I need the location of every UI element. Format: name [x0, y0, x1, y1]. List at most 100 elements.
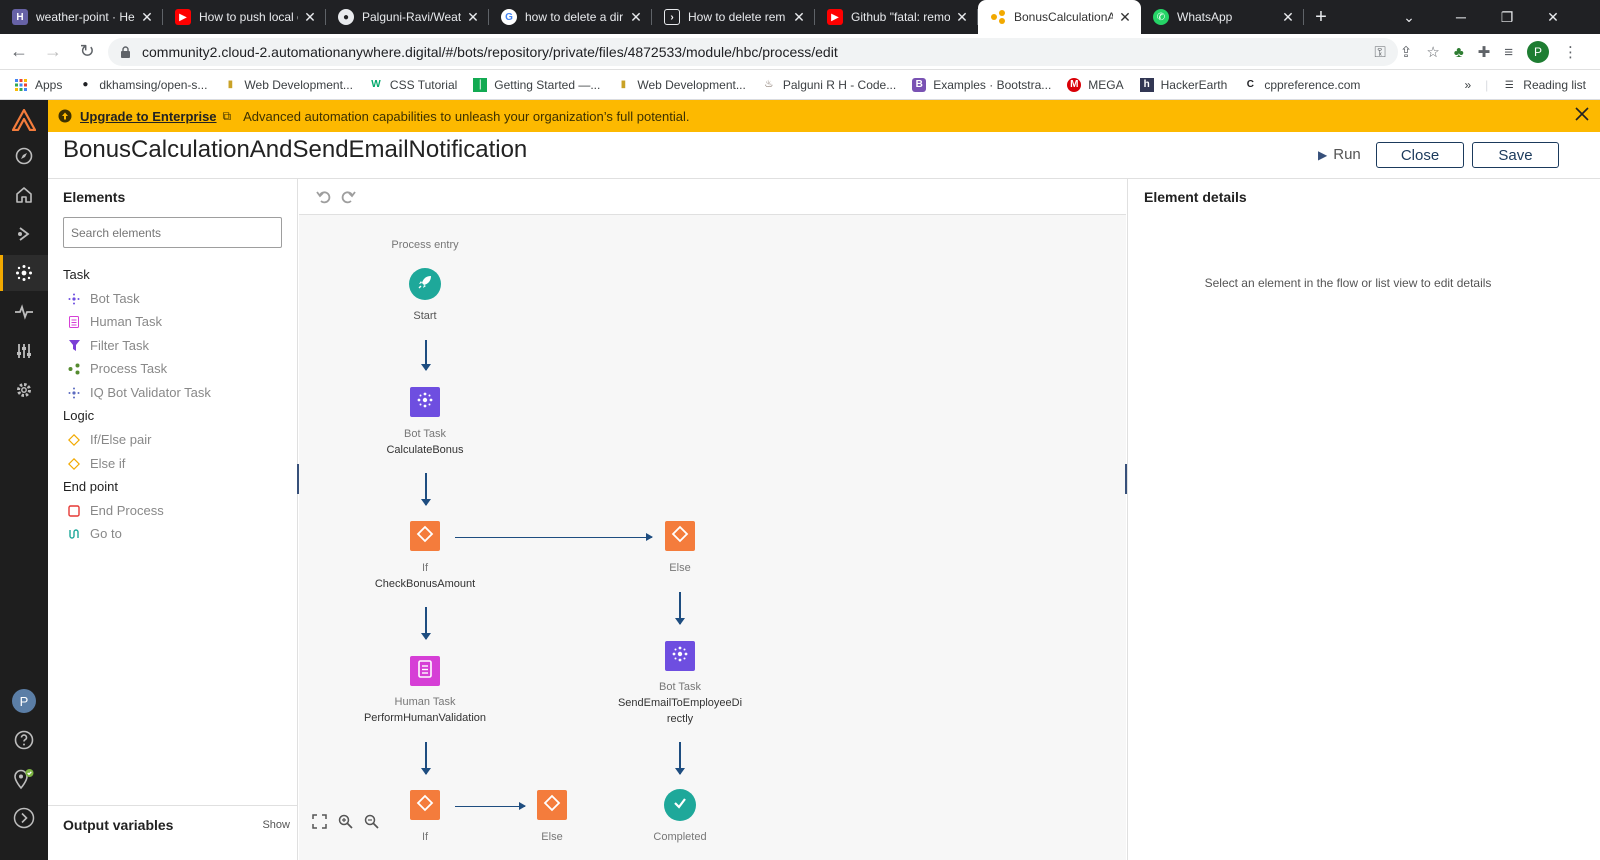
bookmark-item[interactable]: B Examples · Bootstra... — [912, 77, 1052, 92]
bot-task-node[interactable] — [665, 641, 695, 671]
element-filter-task[interactable]: Filter Task — [68, 338, 149, 353]
browser-tab[interactable]: H weather-point · Her ✕ — [0, 0, 163, 34]
minimize-window-icon[interactable]: ─ — [1438, 0, 1484, 34]
more-bookmarks-icon[interactable]: » — [1464, 78, 1471, 92]
tab-title: How to push local c — [199, 10, 298, 24]
close-tab-icon[interactable]: ✕ — [465, 9, 481, 26]
show-output-variables-link[interactable]: Show — [262, 819, 290, 831]
close-tab-icon[interactable]: ✕ — [302, 9, 318, 26]
browser-tab-active[interactable]: BonusCalculationA ✕ — [978, 0, 1141, 34]
bookmark-item[interactable]: M MEGA — [1067, 77, 1124, 92]
star-icon[interactable]: ☆ — [1426, 43, 1439, 61]
bookmark-item[interactable]: Apps — [14, 78, 62, 92]
bookmark-item[interactable]: W CSS Tutorial — [369, 78, 457, 92]
element-bot-task[interactable]: Bot Task — [68, 291, 140, 306]
reload-icon[interactable]: ↻ — [72, 37, 102, 67]
expand-chevron-icon[interactable] — [0, 800, 48, 836]
bot-task-node[interactable] — [410, 387, 440, 417]
search-elements-input[interactable] — [63, 217, 282, 248]
close-banner-icon[interactable] — [1574, 106, 1590, 125]
extensions-puzzle-icon[interactable]: ✚ — [1478, 43, 1491, 61]
media-playlist-icon[interactable]: ≡ — [1504, 44, 1513, 61]
bookmark-item[interactable]: Ccppreference.com — [1243, 78, 1361, 92]
bookmark-item[interactable]: h HackerEarth — [1139, 77, 1227, 92]
automation-nodes-icon[interactable] — [0, 255, 48, 291]
element-end-process[interactable]: End Process — [68, 503, 164, 518]
address-bar-row: ← → ↻ community2.cloud-2.automationanywh… — [0, 34, 1600, 70]
url-bar[interactable]: community2.cloud-2.automationanywhere.di… — [108, 38, 1398, 66]
explore-compass-icon[interactable] — [0, 138, 48, 174]
zoom-out-icon[interactable] — [364, 814, 379, 834]
save-button[interactable]: Save — [1472, 142, 1559, 168]
redo-icon[interactable] — [340, 189, 356, 210]
activity-pulse-icon[interactable] — [0, 294, 48, 330]
close-tab-icon[interactable]: ✕ — [628, 9, 644, 26]
help-icon[interactable] — [0, 722, 48, 758]
browser-tab[interactable]: ● Palguni-Ravi/Weath ✕ — [326, 0, 489, 34]
external-link-icon[interactable]: ⧉ — [223, 109, 232, 124]
element-go-to[interactable]: Go to — [68, 526, 122, 541]
upgrade-link[interactable]: Upgrade to Enterprise — [80, 109, 217, 124]
bookmark-item[interactable]: ❘ Getting Started —... — [473, 77, 600, 92]
element-else-if[interactable]: Else if — [68, 456, 125, 471]
home-icon[interactable] — [0, 177, 48, 213]
browser-tab[interactable]: G how to delete a dir ✕ — [489, 0, 652, 34]
node-name-continued: rectly — [666, 713, 694, 725]
close-window-icon[interactable]: ✕ — [1530, 0, 1576, 34]
browser-tab[interactable]: ▶ Github "fatal: remo ✕ — [815, 0, 978, 34]
extension-tree-icon[interactable]: ♣ — [1454, 44, 1464, 61]
element-if-else-pair[interactable]: If/Else pair — [68, 432, 151, 447]
reading-list-button[interactable]: ☰ Reading list — [1502, 78, 1586, 92]
element-human-task[interactable]: Human Task — [68, 314, 162, 329]
zoom-in-icon[interactable] — [338, 814, 353, 834]
else-node[interactable] — [665, 521, 695, 551]
back-arrow-icon[interactable]: ← — [4, 37, 34, 67]
browser-tab[interactable]: › How to delete rem ✕ — [652, 0, 815, 34]
user-avatar[interactable]: P — [0, 683, 48, 719]
close-tab-icon[interactable]: ✕ — [954, 9, 970, 26]
fit-to-screen-icon[interactable] — [312, 814, 327, 834]
bookmark-item[interactable]: ▮ Web Development... — [616, 78, 746, 92]
close-tab-icon[interactable]: ✕ — [791, 9, 807, 26]
bot-runner-icon[interactable] — [0, 216, 48, 252]
forward-arrow-icon[interactable]: → — [38, 37, 68, 67]
browser-tab[interactable]: ✆ WhatsApp ✕ — [1141, 0, 1304, 34]
bookmark-item[interactable]: ♨ Palguni R H - Code... — [762, 78, 896, 92]
bookmark-label: Examples · Bootstra... — [933, 77, 1052, 92]
undo-icon[interactable] — [316, 189, 332, 210]
if-node[interactable] — [410, 790, 440, 820]
automation-anywhere-logo-icon[interactable] — [0, 102, 48, 138]
close-button[interactable]: Close — [1376, 142, 1464, 168]
manage-sliders-icon[interactable] — [0, 333, 48, 369]
close-tab-icon[interactable]: ✕ — [139, 9, 155, 26]
tab-search-icon[interactable]: ⌄ — [1386, 0, 1432, 34]
completed-node[interactable] — [664, 789, 696, 821]
iq-bot-icon — [68, 387, 80, 399]
else-node[interactable] — [537, 790, 567, 820]
check-icon — [672, 795, 688, 816]
bookmark-label: MEGA — [1088, 77, 1124, 92]
bookmark-item[interactable]: ● dkhamsing/open-s... — [78, 78, 207, 92]
human-task-icon — [418, 659, 432, 683]
start-node[interactable] — [409, 268, 441, 300]
new-tab-button[interactable]: + — [1304, 0, 1338, 34]
bookmark-item[interactable]: ▮ Web Development... — [223, 78, 353, 92]
if-node[interactable] — [410, 521, 440, 551]
profile-avatar[interactable]: P — [1527, 41, 1549, 63]
close-tab-icon[interactable]: ✕ — [1117, 9, 1133, 26]
kebab-menu-icon[interactable]: ⋮ — [1563, 43, 1578, 61]
human-task-node[interactable] — [410, 656, 440, 686]
key-icon[interactable]: ⚿ — [1374, 44, 1385, 61]
bookmark-icon: ▮ — [620, 79, 627, 90]
settings-gear-icon[interactable] — [0, 372, 48, 408]
element-process-task[interactable]: Process Task — [68, 361, 167, 376]
w3schools-icon: W — [371, 79, 381, 90]
restore-window-icon[interactable]: ❐ — [1484, 0, 1530, 34]
browser-tab[interactable]: ▶ How to push local c ✕ — [163, 0, 326, 34]
location-check-icon[interactable] — [0, 761, 48, 797]
completed-label: Completed — [653, 831, 707, 843]
element-iq-bot-validator-task[interactable]: IQ Bot Validator Task — [68, 385, 211, 400]
close-tab-icon[interactable]: ✕ — [1280, 9, 1296, 26]
share-icon[interactable]: ⇪ — [1400, 43, 1413, 61]
run-button[interactable]: ▶ Run — [1318, 146, 1361, 163]
